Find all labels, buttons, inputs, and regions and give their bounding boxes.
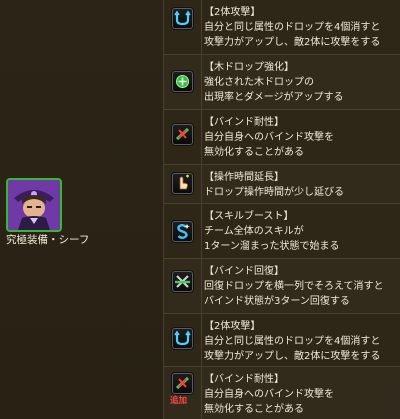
awakening-name: 【バインド回復】 — [204, 266, 284, 277]
awakening-table: 究極装備・シーフ 【2体攻撃】 自分と同じ属性のドロップを4個消すと 攻撃力がア… — [0, 0, 400, 419]
awakenings-column: 【2体攻撃】 自分と同じ属性のドロップを4個消すと 攻撃力がアップし、敵2体に攻… — [164, 0, 400, 419]
awakening-name: 【操作時間延長】 — [204, 172, 284, 183]
awakening-row: 追加 【バインド耐性】 自分自身へのバインド攻撃を 無効化することがある — [164, 367, 400, 419]
two-pronged-attack-icon[interactable] — [172, 328, 193, 349]
awakening-row: 【バインド耐性】 自分自身へのバインド攻撃を 無効化することがある — [164, 110, 400, 165]
awakening-description: 回復ドロップを横一列でそろえて消すと バインド状態が3ターン回復する — [204, 281, 384, 307]
awakening-description: 自分自身へのバインド攻撃を 無効化することがある — [204, 132, 334, 158]
bind-resist-icon[interactable] — [172, 373, 193, 394]
added-awakening-badge: 追加 — [170, 396, 188, 406]
awakening-row: 【木ドロップ強化】 強化された木ドロップの 出現率とダメージがアップする — [164, 55, 400, 110]
awakening-name: 【2体攻撃】 — [204, 7, 261, 18]
awakening-row: 【2体攻撃】 自分と同じ属性のドロップを4個消すと 攻撃力がアップし、敵2体に攻… — [164, 0, 400, 55]
awakening-description: チーム全体のスキルが 1ターン溜まった状態で始まる — [204, 226, 340, 252]
awakening-name: 【木ドロップ強化】 — [204, 62, 294, 73]
awakening-description: ドロップ操作時間が少し延びる — [204, 187, 344, 198]
awakening-row: 【スキルブースト】 チーム全体のスキルが 1ターン溜まった状態で始まる — [164, 204, 400, 259]
monster-avatar[interactable] — [6, 178, 62, 232]
time-extend-icon[interactable] — [172, 173, 193, 194]
awakening-row: 【バインド回復】 回復ドロップを横一列でそろえて消すと バインド状態が3ターン回… — [164, 259, 400, 314]
bind-resist-icon[interactable] — [172, 124, 193, 145]
enhanced-wood-orb-icon[interactable] — [172, 71, 193, 92]
awakening-name: 【バインド耐性】 — [204, 117, 284, 128]
awakening-name: 【バインド耐性】 — [204, 374, 284, 385]
awakening-name: 【2体攻撃】 — [204, 321, 261, 332]
awakening-description: 自分と同じ属性のドロップを4個消すと 攻撃力がアップし、敵2体に攻撃をする — [204, 336, 381, 362]
monster-name: 究極装備・シーフ — [6, 234, 90, 246]
awakening-row: 【操作時間延長】 ドロップ操作時間が少し延びる — [164, 165, 400, 204]
awakening-description: 自分と同じ属性のドロップを4個消すと 攻撃力がアップし、敵2体に攻撃をする — [204, 22, 381, 48]
bind-recovery-icon[interactable] — [172, 271, 193, 292]
skill-boost-icon[interactable] — [172, 221, 193, 242]
thief-portrait-icon — [8, 180, 60, 230]
awakening-row: 【2体攻撃】 自分と同じ属性のドロップを4個消すと 攻撃力がアップし、敵2体に攻… — [164, 314, 400, 367]
two-pronged-attack-icon[interactable] — [172, 8, 193, 29]
awakening-description: 自分自身へのバインド攻撃を 無効化することがある — [204, 389, 334, 415]
awakening-description: 強化された木ドロップの 出現率とダメージがアップする — [204, 77, 344, 103]
awakening-name: 【スキルブースト】 — [204, 211, 294, 222]
monster-cell: 究極装備・シーフ — [0, 0, 164, 419]
